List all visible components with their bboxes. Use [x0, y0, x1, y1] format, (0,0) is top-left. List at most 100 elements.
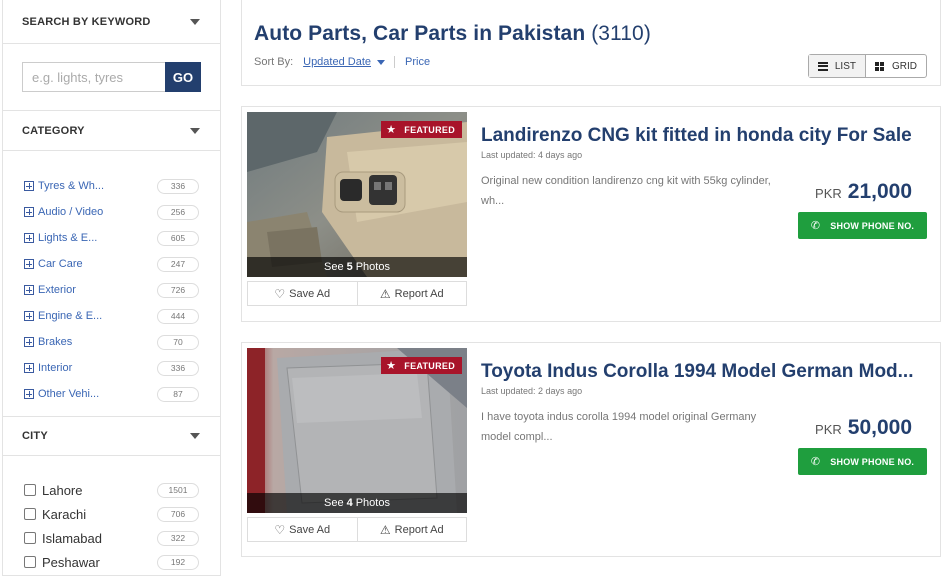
category-item[interactable]: Other Vehi... 87: [3, 381, 220, 407]
ad-updated: Last updated: 2 days ago: [481, 386, 583, 396]
ad-description: Original new condition landirenzo cng ki…: [481, 175, 771, 207]
show-phone-button[interactable]: ✆ SHOW PHONE NO.: [798, 212, 927, 239]
report-ad-button[interactable]: ⚠ Report Ad: [358, 518, 467, 541]
chevron-down-icon[interactable]: [377, 59, 386, 65]
category-item[interactable]: Audio / Video 256: [3, 199, 220, 225]
city-item[interactable]: Karachi 706: [3, 502, 220, 526]
category-item[interactable]: Exterior 726: [3, 277, 220, 303]
keyword-section-header[interactable]: SEARCH BY KEYWORD: [3, 0, 220, 44]
warning-icon: ⚠: [379, 522, 391, 537]
chevron-down-icon[interactable]: [190, 127, 200, 134]
category-item[interactable]: Brakes 70: [3, 329, 220, 355]
category-label[interactable]: Exterior: [38, 284, 76, 296]
count-badge: 192: [157, 554, 199, 570]
grid-icon: [875, 61, 885, 71]
category-section-header[interactable]: CATEGORY: [3, 111, 220, 151]
photos-suffix: Photos: [355, 497, 390, 509]
keyword-search: GO: [3, 44, 220, 111]
ad-description: I have toyota indus corolla 1994 model o…: [481, 411, 757, 443]
price-currency: PKR: [815, 422, 842, 437]
save-ad-label: Save Ad: [289, 287, 331, 300]
city-item[interactable]: Lahore 1501: [3, 478, 220, 502]
photos-suffix: Photos: [355, 261, 390, 273]
ad-listing[interactable]: ★ FEATURED See 4 Photos ♡ Save Ad ⚠ Report…: [241, 342, 941, 557]
category-item[interactable]: Engine & E... 444: [3, 303, 220, 329]
page-title-text: Auto Parts, Car Parts in Pakistan: [254, 22, 586, 45]
count-badge: 726: [157, 282, 199, 298]
page-title: Auto Parts, Car Parts in Pakistan (3110): [254, 22, 651, 46]
ad-photo[interactable]: ★ FEATURED See 5 Photos: [247, 112, 467, 277]
show-phone-button[interactable]: ✆ SHOW PHONE NO.: [798, 448, 927, 475]
grid-view-button[interactable]: GRID: [866, 55, 926, 77]
price-amount: 21,000: [847, 180, 912, 203]
report-ad-label: Report Ad: [394, 523, 444, 536]
report-ad-label: Report Ad: [394, 287, 444, 300]
photos-count: 4: [346, 497, 353, 509]
expand-plus-icon[interactable]: [24, 207, 34, 217]
category-label[interactable]: Tyres & Wh...: [38, 180, 104, 192]
city-label[interactable]: Islamabad: [42, 531, 102, 546]
see-photos-link[interactable]: See 4 Photos: [247, 493, 467, 513]
city-checkbox[interactable]: [24, 556, 36, 568]
featured-badge: ★ FEATURED: [381, 121, 462, 138]
save-ad-button[interactable]: ♡ Save Ad: [248, 282, 358, 305]
category-label[interactable]: Engine & E...: [38, 310, 102, 322]
expand-plus-icon[interactable]: [24, 337, 34, 347]
category-item[interactable]: Tyres & Wh... 336: [3, 173, 220, 199]
ad-photo[interactable]: ★ FEATURED See 4 Photos: [247, 348, 467, 513]
sort-label: Sort By:: [254, 56, 294, 68]
count-badge: 336: [157, 178, 199, 194]
category-label[interactable]: Lights & E...: [38, 232, 97, 244]
count-badge: 247: [157, 256, 199, 272]
list-view-button[interactable]: LIST: [808, 55, 866, 77]
category-label[interactable]: Other Vehi...: [38, 388, 99, 400]
sort-updated-date[interactable]: Updated Date: [303, 56, 371, 68]
city-checkbox[interactable]: [24, 508, 36, 520]
city-label[interactable]: Lahore: [42, 483, 82, 498]
city-item[interactable]: Peshawar 192: [3, 550, 220, 574]
category-list: Tyres & Wh... 336 Audio / Video 256 Lights…: [3, 151, 220, 407]
star-icon: ★: [386, 124, 397, 136]
city-label[interactable]: Karachi: [42, 507, 86, 522]
category-label[interactable]: Audio / Video: [38, 206, 103, 218]
city-checkbox[interactable]: [24, 484, 36, 496]
featured-badge: ★ FEATURED: [381, 357, 462, 374]
category-item[interactable]: Lights & E... 605: [3, 225, 220, 251]
keyword-section-title: SEARCH BY KEYWORD: [22, 15, 151, 28]
ad-updated: Last updated: 4 days ago: [481, 150, 583, 160]
city-section-header[interactable]: CITY: [3, 416, 220, 456]
ad-title[interactable]: Toyota Indus Corolla 1994 Model German M…: [481, 361, 933, 383]
featured-label: FEATURED: [404, 360, 455, 371]
expand-plus-icon[interactable]: [24, 233, 34, 243]
expand-plus-icon[interactable]: [24, 181, 34, 191]
list-view-label: LIST: [834, 60, 856, 72]
go-button[interactable]: GO: [165, 62, 201, 92]
category-label[interactable]: Car Care: [38, 258, 83, 270]
category-label[interactable]: Brakes: [38, 336, 72, 348]
view-toggle: LIST GRID: [807, 54, 927, 78]
expand-plus-icon[interactable]: [24, 363, 34, 373]
expand-plus-icon[interactable]: [24, 285, 34, 295]
ad-listing[interactable]: ★ FEATURED See 5 Photos ♡ Save Ad ⚠ Report…: [241, 106, 941, 322]
report-ad-button[interactable]: ⚠ Report Ad: [358, 282, 467, 305]
category-label[interactable]: Interior: [38, 362, 72, 374]
city-checkbox[interactable]: [24, 532, 36, 544]
category-item[interactable]: Car Care 247: [3, 251, 220, 277]
city-item[interactable]: Islamabad 322: [3, 526, 220, 550]
keyword-search-input[interactable]: [22, 62, 165, 92]
see-photos-link[interactable]: See 5 Photos: [247, 257, 467, 277]
expand-plus-icon[interactable]: [24, 389, 34, 399]
expand-plus-icon[interactable]: [24, 259, 34, 269]
category-item[interactable]: Interior 336: [3, 355, 220, 381]
chevron-down-icon[interactable]: [190, 18, 200, 25]
ad-price: PKR 50,000: [815, 416, 912, 440]
expand-plus-icon[interactable]: [24, 311, 34, 321]
sort-price[interactable]: Price: [405, 56, 430, 68]
ad-title[interactable]: Landirenzo CNG kit fitted in honda city …: [481, 125, 933, 147]
list-icon: [817, 61, 828, 71]
ad-actions: ♡ Save Ad ⚠ Report Ad: [247, 517, 467, 542]
chevron-down-icon[interactable]: [190, 433, 200, 439]
save-ad-button[interactable]: ♡ Save Ad: [248, 518, 358, 541]
count-badge: 322: [157, 530, 199, 546]
city-label[interactable]: Peshawar: [42, 555, 100, 570]
